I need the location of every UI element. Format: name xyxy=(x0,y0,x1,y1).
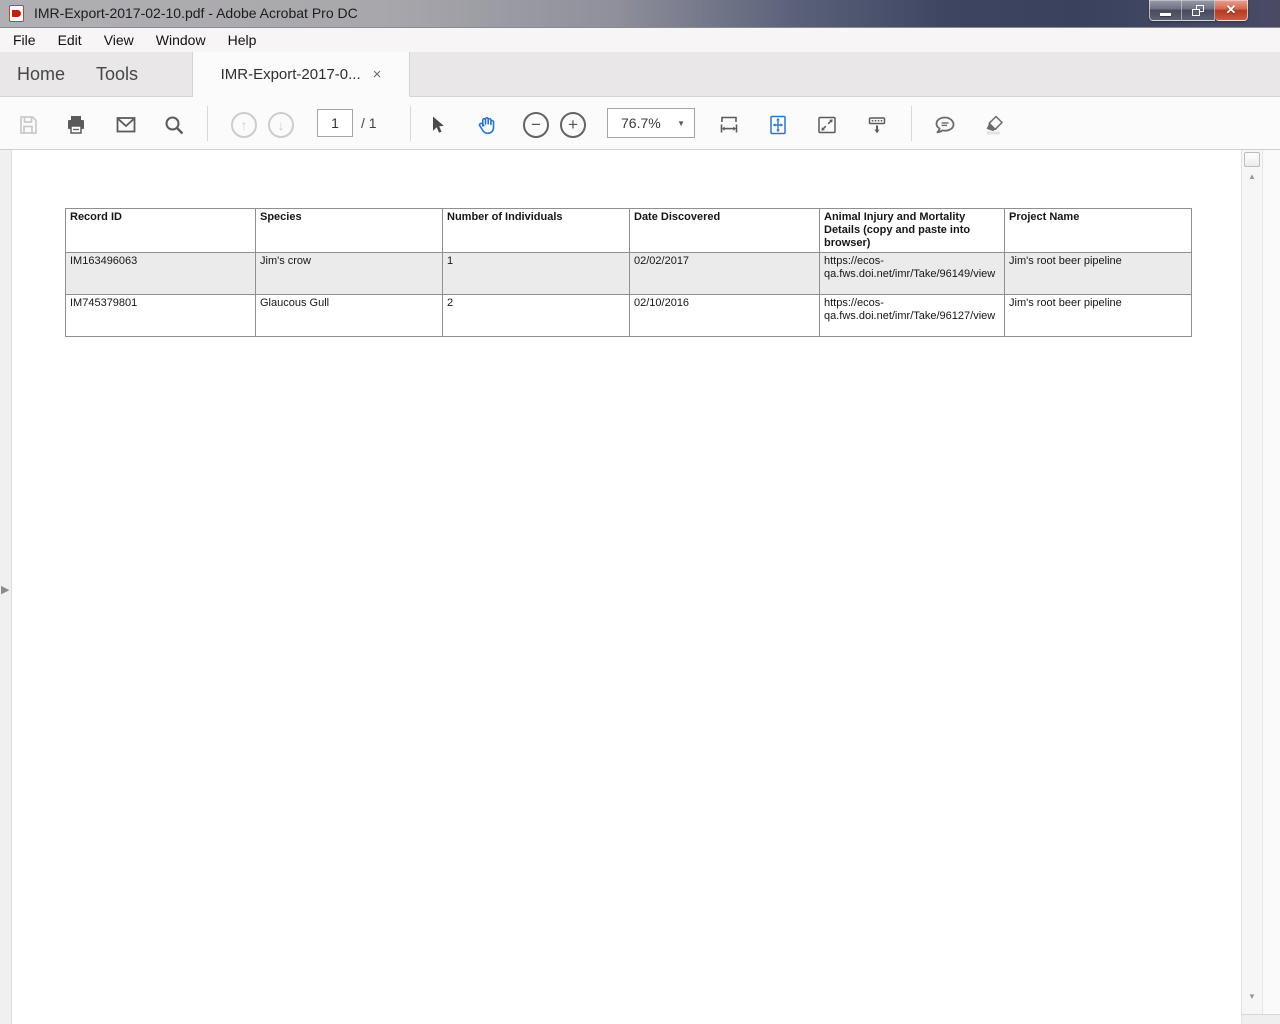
table-cell: 1 xyxy=(443,253,630,295)
table-cell: https://ecos-qa.fws.doi.net/imr/Take/961… xyxy=(820,295,1005,337)
document-tab-label: IMR-Export-2017-0... xyxy=(221,66,361,83)
highlight-button[interactable] xyxy=(982,113,1006,137)
toolbar-separator xyxy=(410,106,411,141)
menu-file[interactable]: File xyxy=(2,28,47,52)
read-mode-button[interactable] xyxy=(865,113,889,137)
zoom-out-button[interactable]: − xyxy=(523,112,549,138)
save-icon xyxy=(16,113,40,137)
table-cell: Jim's crow xyxy=(256,253,443,295)
window-controls: ✕ xyxy=(1149,0,1248,21)
fit-width-button[interactable] xyxy=(717,113,741,137)
minus-icon: − xyxy=(531,115,541,135)
actual-size-button[interactable] xyxy=(815,113,839,137)
find-button[interactable] xyxy=(162,113,186,137)
hand-tool-icon xyxy=(475,113,499,137)
scroll-up-icon[interactable]: ▲ xyxy=(1242,172,1262,181)
tab-home[interactable]: Home xyxy=(17,64,65,85)
scroll-down-icon[interactable]: ▼ xyxy=(1242,992,1262,1001)
app-tabs: Home Tools xyxy=(0,52,193,97)
fit-page-button[interactable] xyxy=(766,113,790,137)
title-bar: IMR-Export-2017-02-10.pdf - Adobe Acroba… xyxy=(0,0,1280,28)
minimize-icon xyxy=(1160,13,1171,16)
fit-width-icon xyxy=(717,113,741,137)
menu-help[interactable]: Help xyxy=(217,28,268,52)
menu-window[interactable]: Window xyxy=(145,28,217,52)
comment-button[interactable] xyxy=(933,113,957,137)
document-tab[interactable]: IMR-Export-2017-0... × xyxy=(193,52,410,97)
window-title: IMR-Export-2017-02-10.pdf - Adobe Acroba… xyxy=(34,5,358,21)
email-icon xyxy=(114,113,138,137)
minimize-button[interactable] xyxy=(1149,0,1182,21)
page-number-input[interactable] xyxy=(317,109,353,137)
document-tab-close-icon[interactable]: × xyxy=(373,66,382,83)
column-header: Number of Individuals xyxy=(443,209,630,253)
expand-arrow-icon: ▶ xyxy=(1,583,9,596)
table-cell: Jim's root beer pipeline xyxy=(1005,295,1192,337)
table-cell: IM745379801 xyxy=(66,295,256,337)
email-button[interactable] xyxy=(114,113,138,137)
restore-icon xyxy=(1192,5,1204,16)
column-header: Species xyxy=(256,209,443,253)
toolbar-separator xyxy=(207,106,208,141)
print-icon xyxy=(64,113,88,137)
pdf-report-table: Record ID Species Number of Individuals … xyxy=(65,208,1192,337)
table-cell: Jim's root beer pipeline xyxy=(1005,253,1192,295)
table-cell: 02/02/2017 xyxy=(630,253,820,295)
page-count-label: / 1 xyxy=(361,97,377,150)
menu-edit[interactable]: Edit xyxy=(47,28,93,52)
navigation-pane-toggle[interactable]: ▶ xyxy=(1,580,12,598)
close-button[interactable]: ✕ xyxy=(1215,0,1248,21)
table-cell: Glaucous Gull xyxy=(256,295,443,337)
restore-button[interactable] xyxy=(1182,0,1215,21)
highlighter-icon xyxy=(982,113,1006,137)
table-cell: IM163496063 xyxy=(66,253,256,295)
acrobat-pdf-icon xyxy=(9,5,24,22)
menu-view[interactable]: View xyxy=(93,28,145,52)
column-header: Project Name xyxy=(1005,209,1192,253)
menu-bar: File Edit View Window Help xyxy=(0,28,1280,52)
comment-bubble-icon xyxy=(933,113,957,137)
plus-icon: + xyxy=(568,115,578,135)
toolbar-separator xyxy=(911,106,912,141)
toolbar: ↑ ↓ / 1 − + 76.7% ▼ xyxy=(0,97,1280,150)
table-cell: https://ecos-qa.fws.doi.net/imr/Take/961… xyxy=(820,253,1005,295)
arrow-up-icon: ↑ xyxy=(241,117,248,133)
previous-page-button[interactable]: ↑ xyxy=(231,112,257,138)
arrow-down-icon: ↓ xyxy=(278,117,285,133)
print-button[interactable] xyxy=(64,113,88,137)
document-pane: ▶ Record ID Species Number of Individual… xyxy=(0,150,1280,1024)
select-tool-button[interactable] xyxy=(425,113,449,137)
column-header: Date Discovered xyxy=(630,209,820,253)
table-cell: 2 xyxy=(443,295,630,337)
tab-bar: Home Tools IMR-Export-2017-0... × xyxy=(0,52,1280,97)
hand-tool-button[interactable] xyxy=(475,113,499,137)
column-header: Record ID xyxy=(66,209,256,253)
zoom-in-button[interactable]: + xyxy=(560,112,586,138)
close-icon: ✕ xyxy=(1226,2,1237,18)
table-cell: 02/10/2016 xyxy=(630,295,820,337)
next-page-button[interactable]: ↓ xyxy=(268,112,294,138)
scrollbar-corner xyxy=(1241,1014,1280,1024)
scrollbar-thumb[interactable] xyxy=(1244,152,1260,167)
cursor-arrow-icon xyxy=(425,113,449,137)
table-row: IM745379801 Glaucous Gull 2 02/10/2016 h… xyxy=(66,295,1192,337)
tools-pane-strip xyxy=(1262,150,1280,1014)
table-header-row: Record ID Species Number of Individuals … xyxy=(66,209,1192,253)
tab-tools[interactable]: Tools xyxy=(96,64,138,85)
zoom-level-value: 76.7% xyxy=(608,115,677,131)
table-row: IM163496063 Jim's crow 1 02/02/2017 http… xyxy=(66,253,1192,295)
zoom-level-dropdown[interactable]: 76.7% ▼ xyxy=(607,108,695,138)
vertical-scrollbar[interactable]: ▲ ▼ xyxy=(1241,150,1262,1014)
search-icon xyxy=(162,113,186,137)
chevron-down-icon: ▼ xyxy=(677,119,694,128)
column-header: Animal Injury and Mortality Details (cop… xyxy=(820,209,1005,253)
actual-size-icon xyxy=(815,113,839,137)
read-mode-icon xyxy=(865,113,889,137)
fit-page-icon xyxy=(766,113,790,137)
save-button[interactable] xyxy=(16,113,40,137)
